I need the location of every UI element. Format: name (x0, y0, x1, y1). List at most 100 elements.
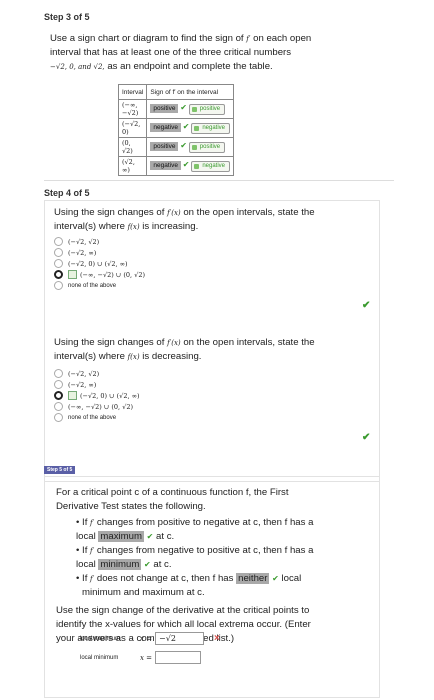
radio-button[interactable] (54, 380, 63, 389)
q2-option-selected[interactable]: (−√2, 0) ∪ (√2, ∞) (54, 390, 140, 401)
step3-instructions: Use a sign chart or diagram to find the … (50, 32, 390, 74)
bullet2-text: changes from negative to positive at c, … (96, 545, 314, 556)
q2-prompt: Using the sign changes of f′(x) on the o… (54, 336, 384, 364)
sign-cell: negative ✔ negative (146, 118, 234, 138)
sign-cell: negative ✔ negative (146, 156, 234, 176)
interval-cell: (√2, ∞) (117, 156, 148, 176)
radio-button-selected[interactable] (54, 270, 63, 279)
q1-option[interactable]: (−√2, ∞) (54, 247, 145, 258)
step3-line1: Use a sign chart or diagram to find the … (50, 33, 244, 44)
q1-text2-end: is increasing. (142, 221, 199, 232)
q1-correct-check-icon: ✔ (362, 300, 371, 311)
fprime-symbol: f′ (246, 35, 251, 43)
interval-cell: (−∞, −√2) (117, 99, 148, 119)
bullet3-answer[interactable]: neither (236, 573, 270, 584)
sign-choice[interactable]: positive (188, 142, 226, 153)
radio-button[interactable] (54, 413, 63, 422)
q1-text: Using the sign changes of (54, 207, 165, 218)
table-row: (−∞, −√2) positive ✔ positive (117, 99, 234, 119)
localmin-row: local minimum x = (80, 651, 202, 664)
radio-button[interactable] (54, 369, 63, 378)
interval-cell: (−√2, 0) (117, 118, 148, 138)
sign-answer[interactable]: positive (150, 104, 179, 113)
divider (44, 180, 394, 181)
step5-p2: Derivative Test states the following. (56, 501, 206, 512)
sign-answer[interactable]: positive (150, 142, 179, 151)
q2-text: Using the sign changes of (54, 337, 165, 348)
bullet2-answer[interactable]: minimum (98, 559, 142, 570)
option-label: (−∞, −√2) ∪ (0, √2) (80, 270, 145, 279)
localmax-label: local maximum (80, 635, 121, 642)
q1-option[interactable]: none of the above (54, 280, 145, 291)
step4-title: Step 4 of 5 (44, 188, 90, 198)
check-icon: ✔ (182, 122, 190, 131)
interval-cell: (0, √2) (117, 137, 148, 157)
radio-button[interactable] (54, 248, 63, 257)
option-label: (−√2, 0) ∪ (√2, ∞) (80, 391, 140, 400)
q2-text-end: on the open intervals, state the (183, 337, 315, 348)
q2-correct-check-icon: ✔ (362, 432, 371, 443)
check-icon: ✔ (272, 574, 279, 583)
x-equals: x = (140, 653, 153, 662)
sign-choice[interactable]: positive (188, 104, 226, 115)
q1-prompt: Using the sign changes of f′(x) on the o… (54, 206, 384, 234)
q2-text2-end: is decreasing. (142, 351, 202, 362)
check-icon: ✔ (182, 160, 190, 169)
radio-button[interactable] (54, 259, 63, 268)
q2-option[interactable]: none of the above (54, 412, 140, 423)
q1-option-selected[interactable]: (−∞, −√2) ∪ (0, √2) (54, 269, 145, 280)
q1-text-end: on the open intervals, state the (183, 207, 315, 218)
bullet2-end: at c. (153, 559, 172, 570)
bullet3-end: minimum and maximum at c. (82, 587, 205, 598)
critical-numbers: −√2, 0, and √2, (50, 63, 105, 71)
bullet3-prefix: • If (76, 573, 88, 584)
bullet1-end: at c. (156, 531, 175, 542)
fprime-symbol: f′(x) (167, 339, 181, 347)
radio-button[interactable] (54, 402, 63, 411)
sign-answer[interactable]: negative (150, 161, 181, 170)
check-icon: ✔ (144, 560, 151, 569)
col-interval: Interval (117, 84, 148, 100)
bullet3-local: local (281, 573, 302, 584)
fprime-symbol: f′ (90, 575, 95, 583)
sign-choice[interactable]: negative (191, 161, 230, 172)
table-row: (√2, ∞) negative ✔ negative (117, 156, 234, 176)
option-label: (−∞, −√2) ∪ (0, √2) (68, 402, 133, 411)
step5-text: For a critical point c of a continuous f… (56, 486, 376, 646)
radio-button[interactable] (54, 237, 63, 246)
bullet2-prefix: • If (76, 545, 88, 556)
localmin-input[interactable] (155, 651, 202, 664)
option-label: (−√2, √2) (68, 369, 100, 378)
localmax-input[interactable]: −√2 (155, 632, 205, 645)
q2-option[interactable]: (−√2, ∞) (54, 379, 140, 390)
step5-badge: Step 5 of 5 (44, 466, 76, 474)
step5-p3: Use the sign change of the derivative at… (56, 605, 310, 616)
q2-option[interactable]: (−√2, √2) (54, 368, 140, 379)
correct-marker-icon (68, 270, 77, 279)
option-label: (−√2, ∞) (68, 248, 97, 257)
sign-answer[interactable]: negative (150, 123, 181, 132)
bullet1-answer[interactable]: maximum (98, 531, 144, 542)
q1-text2: interval(s) where (54, 221, 125, 232)
q2-text2: interval(s) where (54, 351, 125, 362)
radio-button-selected[interactable] (54, 391, 63, 400)
table-row: (0, √2) positive ✔ positive (117, 137, 234, 157)
step3-line2: interval that has at least one of the th… (50, 47, 292, 58)
check-icon: ✔ (146, 532, 154, 541)
x-equals: x = (140, 634, 153, 643)
step3-title: Step 3 of 5 (44, 12, 90, 22)
step3-line1-end: on each open (253, 33, 312, 44)
q2-option[interactable]: (−∞, −√2) ∪ (0, √2) (54, 401, 140, 412)
bullet2-local: local (76, 559, 96, 570)
table-row: (−√2, 0) negative ✔ negative (117, 118, 234, 138)
localmin-label: local minimum (80, 654, 119, 661)
radio-button[interactable] (54, 281, 63, 290)
option-label: none of the above (68, 414, 117, 421)
q2-options: (−√2, √2) (−√2, ∞) (−√2, 0) ∪ (√2, ∞) (−… (54, 368, 140, 423)
q1-option[interactable]: (−√2, 0) ∪ (√2, ∞) (54, 258, 145, 269)
bullet3-text: does not change at c, then f has (96, 573, 234, 584)
bullet1-prefix: • If (76, 517, 88, 528)
sign-choice[interactable]: negative (191, 123, 230, 134)
option-label: (−√2, √2) (68, 237, 100, 246)
q1-option[interactable]: (−√2, √2) (54, 236, 145, 247)
